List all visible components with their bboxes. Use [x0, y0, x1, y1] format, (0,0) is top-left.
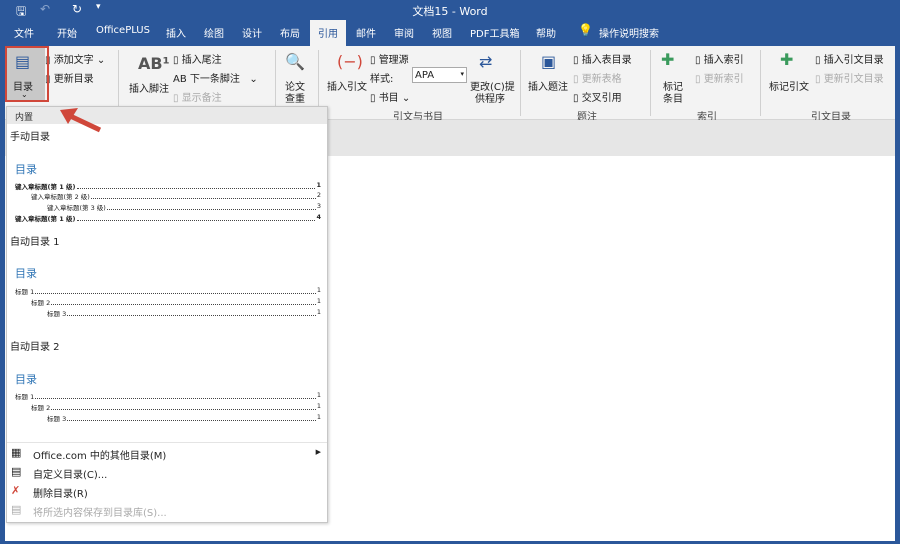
- update-table-button[interactable]: ▯ 更新表格: [573, 70, 622, 85]
- toc-line: 标题 21: [31, 297, 321, 307]
- insert-caption-button[interactable]: 插入题注: [528, 78, 568, 93]
- insert-caption-icon: ▣: [541, 52, 557, 71]
- auto-toc-2-title: 自动目录 2: [10, 342, 60, 353]
- tab-insert[interactable]: 插入: [166, 25, 186, 40]
- tab-layout[interactable]: 布局: [280, 25, 300, 40]
- toc-dropdown: 内置 手动目录 目录 键入章标题(第 1 级) 1 键入章标题(第 2 级) 2 键…: [6, 106, 328, 523]
- tab-officeplus[interactable]: OfficePLUS: [96, 25, 150, 36]
- toc-line: 标题 11: [15, 391, 321, 401]
- tab-design[interactable]: 设计: [242, 25, 262, 40]
- tab-review[interactable]: 审阅: [394, 25, 414, 40]
- cross-reference-button[interactable]: ▯ 交叉引用: [573, 89, 622, 104]
- gallery-manual-toc[interactable]: 手动目录 目录 键入章标题(第 1 级) 1 键入章标题(第 2 级) 2 键入章标…: [7, 124, 327, 226]
- toc-heading: 目录: [15, 267, 37, 280]
- add-text-button[interactable]: ▯ 添加文字 ⌄: [45, 51, 105, 66]
- insert-citation-button[interactable]: 插入引文: [327, 78, 367, 93]
- toc-line: 标题 21: [31, 402, 321, 412]
- insert-toa-button[interactable]: ▯ 插入引文目录: [815, 51, 884, 66]
- toc-line: 键入章标题(第 1 级) 1: [15, 181, 321, 191]
- tab-help[interactable]: 帮助: [536, 25, 556, 40]
- update-toc-button[interactable]: ▯ 更新目录: [45, 70, 94, 85]
- swap-icon: ⇄: [479, 52, 493, 71]
- tab-pdf[interactable]: PDF工具箱: [470, 25, 519, 40]
- insert-endnote-button[interactable]: ▯ 插入尾注: [173, 51, 222, 66]
- toc-line: 标题 31: [47, 413, 321, 423]
- toc-line: 标题 31: [47, 308, 321, 318]
- lightbulb-icon: 💡: [578, 23, 593, 37]
- mark-entry-label: 条目: [663, 94, 683, 105]
- menu-label: 将所选内容保存到目录库(S)...: [33, 508, 167, 519]
- remove-toc-icon: ✗: [11, 484, 21, 497]
- window-title: 文档15 - Word: [412, 5, 488, 18]
- insert-footnote-button[interactable]: 插入脚注: [129, 80, 169, 95]
- menu-label: Office.com 中的其他目录(M): [33, 451, 167, 462]
- tab-home[interactable]: 开始: [57, 25, 77, 40]
- toc-line: 键入章标题(第 2 级) 2: [31, 191, 321, 201]
- research-icon: 🔍: [285, 52, 305, 71]
- tab-file[interactable]: 文件: [14, 25, 34, 40]
- footnote-icon: AB¹: [138, 54, 170, 73]
- office-toc-icon: ▦: [11, 446, 22, 459]
- insert-index-button[interactable]: ▯ 插入索引: [695, 51, 744, 66]
- manual-toc-title: 手动目录: [10, 132, 50, 143]
- red-arrow-annotation: [60, 108, 102, 133]
- insert-citation-icon: (−): [337, 52, 363, 71]
- bibliography-button[interactable]: ▯ 书目 ⌄: [370, 89, 410, 104]
- toc-heading: 目录: [15, 163, 37, 176]
- menu-remove-toc[interactable]: ✗ 删除目录(R): [7, 482, 327, 501]
- mark-citation-button[interactable]: 标记引文: [769, 78, 809, 93]
- menu-more-toc-office[interactable]: ▦ Office.com 中的其他目录(M) ▶: [7, 444, 327, 463]
- toc-line: 键入章标题(第 1 级) 4: [15, 213, 321, 223]
- change-provider-label: 供程序: [475, 94, 505, 105]
- mark-entry-icon: ✚: [661, 50, 675, 69]
- menu-custom-toc[interactable]: ▤ 自定义目录(C)...: [7, 463, 327, 482]
- insert-table-figures-button[interactable]: ▯ 插入表目录: [573, 51, 632, 66]
- menu-save-to-gallery[interactable]: ▤ 将所选内容保存到目录库(S)...: [7, 501, 327, 520]
- update-index-button[interactable]: ▯ 更新索引: [695, 70, 744, 85]
- manage-sources-button[interactable]: ▯ 管理源: [370, 51, 409, 66]
- search-tell-me[interactable]: 操作说明搜索: [599, 25, 659, 40]
- ribbon-tabs: 文件 开始 OfficePLUS 插入 绘图 设计 布局 引用 邮件 审阅 视图…: [0, 20, 900, 46]
- tab-references[interactable]: 引用: [310, 20, 346, 46]
- tab-draw[interactable]: 绘图: [204, 25, 224, 40]
- title-bar: 🖫 ↶ ↻ ▾ 文档15 - Word: [0, 0, 900, 20]
- show-notes-button[interactable]: ▯ 显示备注: [173, 89, 222, 104]
- gallery-auto-toc-1[interactable]: 自动目录 1 目录 标题 11 标题 21 标题 31: [7, 229, 327, 333]
- menu-label: 自定义目录(C)...: [33, 470, 108, 481]
- toc-heading: 目录: [15, 373, 37, 386]
- builtin-header: 内置: [7, 107, 327, 124]
- highlight-box: [5, 46, 49, 102]
- tab-mailings[interactable]: 邮件: [356, 25, 376, 40]
- tab-view[interactable]: 视图: [432, 25, 452, 40]
- mark-citation-icon: ✚: [780, 50, 794, 69]
- style-select[interactable]: APA ▾: [412, 67, 467, 83]
- update-toa-button[interactable]: ▯ 更新引文目录: [815, 70, 884, 85]
- custom-toc-icon: ▤: [11, 465, 22, 478]
- next-footnote-button[interactable]: AB 下一条脚注 ⌄: [173, 70, 258, 85]
- save-selection-icon: ▤: [11, 503, 22, 516]
- menu-label: 删除目录(R): [33, 489, 88, 500]
- toc-line: 键入章标题(第 3 级) 3: [47, 202, 321, 212]
- toc-line: 标题 11: [15, 286, 321, 296]
- submenu-arrow-icon: ▶: [315, 448, 321, 456]
- style-label: 样式:: [370, 74, 394, 85]
- research-label-2[interactable]: 查重: [285, 90, 305, 105]
- gallery-auto-toc-2[interactable]: 自动目录 2 目录 标题 11 标题 21 标题 31: [7, 334, 327, 438]
- auto-toc-1-title: 自动目录 1: [10, 237, 60, 248]
